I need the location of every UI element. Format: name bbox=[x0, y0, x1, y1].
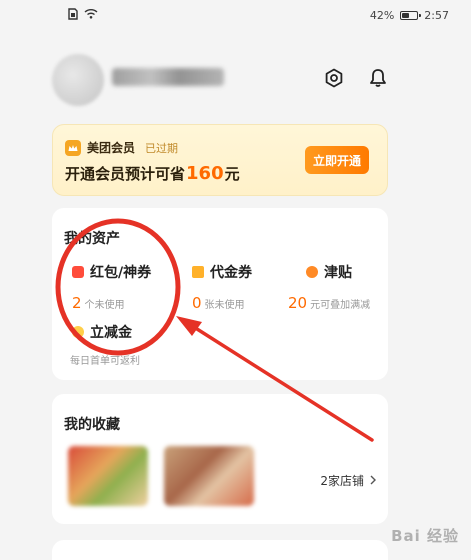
vip-membership-card[interactable]: 美团会员 已过期 开通会员预计可省 160 元 立即开通 bbox=[52, 124, 388, 196]
favorite-store-thumbnail[interactable] bbox=[68, 446, 148, 506]
asset-hongbao-head: 红包/神券 bbox=[72, 262, 151, 282]
crown-icon bbox=[65, 139, 81, 156]
asset-jintie[interactable]: 津贴 20 元可叠加满减 bbox=[288, 262, 370, 312]
battery-percent: 42% bbox=[369, 8, 395, 22]
asset-jintie-label: 津贴 bbox=[324, 265, 352, 281]
voucher-icon bbox=[192, 266, 204, 278]
asset-daijinquan-label: 代金券 bbox=[210, 265, 252, 281]
asset-hongbao-sub: 2 个未使用 bbox=[72, 294, 151, 312]
vip-name: 美团会员 bbox=[87, 141, 136, 155]
status-left bbox=[68, 7, 98, 23]
next-section-card bbox=[52, 540, 388, 560]
asset-daijinquan-count: 0 bbox=[192, 294, 202, 312]
asset-lijianjin-head: 立减金 bbox=[72, 322, 140, 342]
subsidy-icon bbox=[306, 266, 318, 278]
assets-title: 我的资产 bbox=[64, 231, 120, 247]
asset-lijianjin-desc: 每日首单可返利 bbox=[70, 356, 140, 367]
favorite-stores-count: 2家店铺 bbox=[320, 474, 364, 488]
vip-status: 已过期 bbox=[145, 141, 179, 155]
asset-daijinquan-head: 代金券 bbox=[192, 262, 252, 282]
status-bar: 42% 2:57 bbox=[0, 0, 471, 30]
asset-jintie-desc: 元可叠加满减 bbox=[310, 300, 371, 311]
watermark: Bai 经验 bbox=[391, 527, 459, 545]
avatar[interactable] bbox=[52, 54, 104, 106]
status-right: 42% 2:57 bbox=[370, 9, 449, 22]
asset-lijianjin[interactable]: 立减金 每日首单可返利 bbox=[70, 322, 140, 367]
username-blurred[interactable] bbox=[112, 68, 224, 86]
vip-header: 美团会员 已过期 bbox=[65, 139, 178, 156]
vip-savings-line: 开通会员预计可省 160 元 bbox=[65, 163, 240, 184]
vip-savings-amount: 160 bbox=[186, 163, 224, 184]
asset-daijinquan[interactable]: 代金券 0 张未使用 bbox=[192, 262, 252, 312]
asset-hongbao-label: 红包/神券 bbox=[90, 265, 152, 281]
profile-header bbox=[0, 40, 471, 120]
asset-lijianjin-label: 立减金 bbox=[90, 325, 132, 341]
open-vip-button[interactable]: 立即开通 bbox=[305, 146, 369, 174]
vip-savings-suffix: 元 bbox=[224, 165, 240, 183]
my-assets-card: 我的资产 红包/神券 2 个未使用 代金券 0 张未使用 津贴 20 元可叠加满… bbox=[52, 208, 388, 380]
asset-daijinquan-sub: 0 张未使用 bbox=[192, 294, 252, 312]
wifi-icon bbox=[84, 8, 98, 22]
red-envelope-icon bbox=[72, 266, 84, 278]
asset-daijinquan-desc: 张未使用 bbox=[204, 300, 245, 311]
favorite-stores-link[interactable]: 2家店铺 bbox=[320, 472, 376, 489]
asset-hongbao-count: 2 bbox=[72, 294, 82, 312]
favorites-title: 我的收藏 bbox=[64, 417, 120, 433]
chevron-right-icon bbox=[370, 474, 376, 488]
favorites-card: 我的收藏 2家店铺 bbox=[52, 394, 388, 524]
settings-icon[interactable] bbox=[322, 66, 346, 90]
asset-hongbao[interactable]: 红包/神券 2 个未使用 bbox=[72, 262, 151, 312]
instant-discount-icon bbox=[72, 326, 84, 338]
asset-jintie-head: 津贴 bbox=[288, 262, 370, 282]
sim-icon bbox=[68, 7, 78, 23]
clock: 2:57 bbox=[424, 8, 449, 22]
bell-icon[interactable] bbox=[366, 66, 390, 90]
asset-jintie-amount: 20 bbox=[288, 294, 308, 312]
asset-lijianjin-sub: 每日首单可返利 bbox=[70, 352, 140, 367]
vip-savings-prefix: 开通会员预计可省 bbox=[65, 165, 186, 183]
favorite-store-thumbnail[interactable] bbox=[164, 446, 254, 506]
battery-icon bbox=[400, 10, 422, 20]
asset-jintie-sub: 20 元可叠加满减 bbox=[288, 294, 370, 312]
asset-hongbao-desc: 个未使用 bbox=[84, 300, 125, 311]
